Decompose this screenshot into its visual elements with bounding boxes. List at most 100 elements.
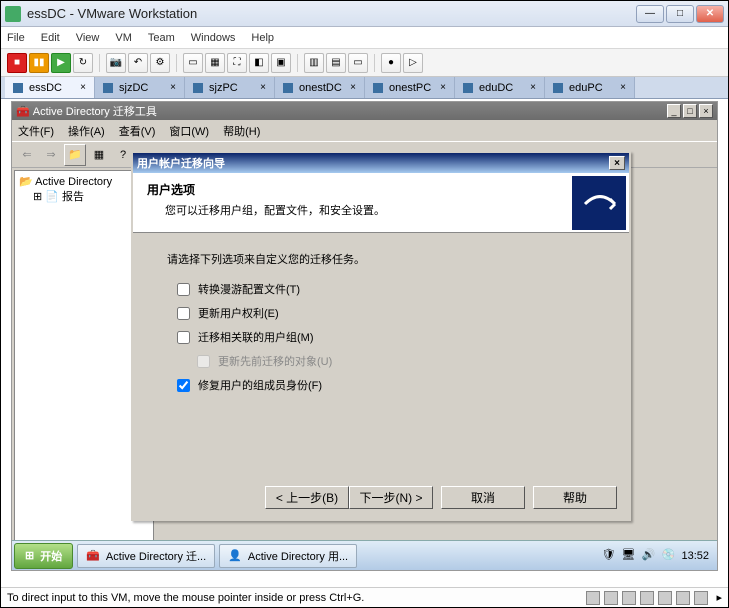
window-title: essDC - VMware Workstation [27, 6, 636, 21]
tab-close-icon[interactable]: × [620, 82, 626, 93]
close-button[interactable]: ✕ [696, 5, 724, 23]
vm-tab-sjzdc[interactable]: sjzDC× [95, 77, 185, 98]
start-button[interactable]: ⊞ 开始 [14, 543, 73, 569]
suspend-button[interactable]: ▮▮ [29, 53, 49, 73]
wizard-prompt: 请选择下列选项来自定义您的迁移任务。 [167, 251, 595, 267]
menu-vm[interactable]: VM [115, 32, 132, 44]
minimize-button[interactable]: — [636, 5, 664, 23]
wizard-title-bar[interactable]: 用户帐户迁移向导 × [133, 153, 629, 173]
guest-taskbar: ⊞ 开始 🧰 Active Directory 迁... 👤 Active Di… [12, 540, 717, 570]
menu-action[interactable]: 操作(A) [68, 123, 105, 139]
vm-tab-essdc[interactable]: essDC× [5, 77, 95, 98]
fullscreen-button[interactable]: ⛶ [227, 53, 247, 73]
wizard-dialog: 用户帐户迁移向导 × 用户选项 您可以迁移用户组，配置文件，和安全设置。 请选择… [131, 151, 631, 521]
summary-button[interactable]: ▥ [304, 53, 324, 73]
tree-root[interactable]: 📂 Active Directory [19, 175, 149, 188]
minimize-button[interactable]: _ [667, 104, 681, 118]
net-icon[interactable] [640, 591, 654, 605]
sound-icon[interactable]: 🔊 [641, 548, 657, 564]
shield-icon[interactable]: 🛡 [601, 548, 617, 564]
tab-close-icon[interactable]: × [350, 82, 356, 93]
admt-menu-bar: 文件(F) 操作(A) 查看(V) 窗口(W) 帮助(H) [12, 120, 717, 142]
back-button[interactable]: < 上一步(B) [265, 486, 349, 509]
record-button[interactable]: ● [381, 53, 401, 73]
screens-icon[interactable] [694, 591, 708, 605]
wizard-header-title: 用户选项 [147, 181, 555, 198]
checkbox-roaming[interactable] [177, 283, 190, 296]
reset-button[interactable]: ↻ [73, 53, 93, 73]
forward-button[interactable]: ⇒ [40, 144, 62, 166]
windows-flag-icon: ⊞ [25, 549, 34, 562]
tab-close-icon[interactable]: × [80, 82, 86, 93]
power-off-button[interactable]: ■ [7, 53, 27, 73]
appliance-button[interactable]: ▤ [326, 53, 346, 73]
menu-view[interactable]: 查看(V) [119, 123, 156, 139]
status-text: To direct input to this VM, move the mou… [7, 592, 364, 604]
maximize-button[interactable]: □ [683, 104, 697, 118]
sidebar-button[interactable]: ▭ [183, 53, 203, 73]
menu-help[interactable]: 帮助(H) [223, 123, 260, 139]
checkbox-groups[interactable] [177, 331, 190, 344]
cd-icon[interactable]: 💿 [661, 548, 677, 564]
up-button[interactable]: 📁 [64, 144, 86, 166]
capture-button[interactable]: ▭ [348, 53, 368, 73]
next-button[interactable]: 下一步(N) > [349, 486, 433, 509]
unity-button[interactable]: ◧ [249, 53, 269, 73]
console-button[interactable]: ▣ [271, 53, 291, 73]
help-button[interactable]: 帮助 [533, 486, 617, 509]
tab-close-icon[interactable]: × [260, 82, 266, 93]
menu-window[interactable]: 窗口(W) [169, 123, 209, 139]
wizard-buttons: < 上一步(B) 下一步(N) > 取消 帮助 [265, 486, 617, 509]
admt-app-icon: 🧰 [16, 105, 30, 118]
thumbnail-button[interactable]: ▦ [205, 53, 225, 73]
menu-windows[interactable]: Windows [191, 32, 236, 44]
revert-button[interactable]: ↶ [128, 53, 148, 73]
admt-title-bar: 🧰 Active Directory 迁移工具 _ □ × [12, 102, 717, 120]
tab-close-icon[interactable]: × [440, 82, 446, 93]
vm-tab-sjzpc[interactable]: sjzPC× [185, 77, 275, 98]
menu-help[interactable]: Help [251, 32, 274, 44]
floppy-icon[interactable] [622, 591, 636, 605]
clock[interactable]: 13:52 [681, 550, 709, 562]
checkbox-rights[interactable] [177, 307, 190, 320]
network-icon[interactable]: 🖥 [621, 548, 637, 564]
taskbar-item-admt[interactable]: 🧰 Active Directory 迁... [77, 544, 215, 568]
tab-close-icon[interactable]: × [530, 82, 536, 93]
menu-file[interactable]: File [7, 32, 25, 44]
menu-edit[interactable]: Edit [41, 32, 60, 44]
checkbox-row-fixmember[interactable]: 修复用户的组成员身份(F) [177, 377, 595, 393]
monitor-icon [193, 83, 203, 93]
close-icon[interactable]: × [609, 156, 625, 170]
taskbar-item-wizard[interactable]: 👤 Active Directory 用... [219, 544, 357, 568]
vm-tab-edupc[interactable]: eduPC× [545, 77, 635, 98]
checkbox-row-roaming[interactable]: 转换漫游配置文件(T) [177, 281, 595, 297]
refresh-button[interactable]: ▦ [88, 144, 110, 166]
usb-icon[interactable] [658, 591, 672, 605]
snapshot-button[interactable]: 📷 [106, 53, 126, 73]
cd-icon[interactable] [604, 591, 618, 605]
checkbox-row-rights[interactable]: 更新用户权利(E) [177, 305, 595, 321]
wizard-title: 用户帐户迁移向导 [137, 155, 609, 171]
power-on-button[interactable]: ▶ [51, 53, 71, 73]
vmware-menu-bar: File Edit View VM Team Windows Help [1, 27, 728, 49]
maximize-button[interactable]: □ [666, 5, 694, 23]
admt-title: Active Directory 迁移工具 [30, 103, 665, 119]
manage-button[interactable]: ⚙ [150, 53, 170, 73]
checkbox-fixmember[interactable] [177, 379, 190, 392]
back-button[interactable]: ⇐ [16, 144, 38, 166]
tab-close-icon[interactable]: × [170, 82, 176, 93]
menu-team[interactable]: Team [148, 32, 175, 44]
checkbox-row-groups[interactable]: 迁移相关联的用户组(M) [177, 329, 595, 345]
close-button[interactable]: × [699, 104, 713, 118]
menu-file[interactable]: 文件(F) [18, 123, 54, 139]
cancel-button[interactable]: 取消 [441, 486, 525, 509]
menu-view[interactable]: View [76, 32, 100, 44]
vm-tab-onestdc[interactable]: onestDC× [275, 77, 365, 98]
vm-tab-onestpc[interactable]: onestPC× [365, 77, 455, 98]
vm-tab-edudc[interactable]: eduDC× [455, 77, 545, 98]
sound-icon[interactable] [676, 591, 690, 605]
replay-button[interactable]: ▷ [403, 53, 423, 73]
expand-tray-button[interactable]: ▸ [716, 591, 722, 605]
hdd-icon[interactable] [586, 591, 600, 605]
vmware-toolbar: ■ ▮▮ ▶ ↻ 📷 ↶ ⚙ ▭ ▦ ⛶ ◧ ▣ ▥ ▤ ▭ ● ▷ [1, 49, 728, 77]
